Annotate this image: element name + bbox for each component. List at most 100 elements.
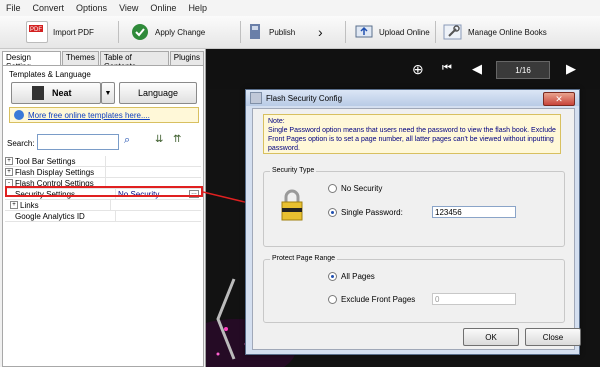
menu-file[interactable]: File xyxy=(0,3,27,13)
settings-tabs: Design Setting Themes Table of Contents … xyxy=(2,51,205,71)
dropdown-arrow-icon: ▼ xyxy=(104,89,112,97)
note-text: Single Password option means that users … xyxy=(268,127,556,152)
left-panel: Design Setting Themes Table of Contents … xyxy=(0,49,206,367)
tree-row-label-cell: + Flash Display Settings xyxy=(5,167,106,177)
apply-change-button[interactable]: Apply Change xyxy=(130,20,205,44)
upload-icon xyxy=(354,22,374,42)
note-box: Note: Single Password option means that … xyxy=(263,114,561,154)
upload-online-button[interactable]: Upload Online xyxy=(354,20,430,44)
tab-plugins[interactable]: Plugins xyxy=(169,51,204,65)
publish-label: Publish xyxy=(269,27,296,37)
template-dropdown[interactable]: ▼ xyxy=(101,82,115,104)
close-button[interactable]: Close xyxy=(525,328,581,346)
globe-icon xyxy=(14,110,24,120)
menu-bar: File Convert Options View Online Help xyxy=(0,0,600,17)
dialog-body: Note: Single Password option means that … xyxy=(252,108,581,350)
wrench-icon xyxy=(443,22,463,42)
search-label: Search: xyxy=(7,139,35,148)
ok-button[interactable]: OK xyxy=(463,328,519,346)
security-type-group: Security Type No Security Single Passwor… xyxy=(263,167,565,247)
more-templates-banner: More free online templates here.... xyxy=(9,107,199,123)
dialog-title: Flash Security Config xyxy=(266,93,343,103)
next-page-icon[interactable]: ▶ xyxy=(566,61,576,77)
tree-row-label-cell: + Links xyxy=(5,200,111,210)
expand-all-icon[interactable]: ⇊ xyxy=(155,134,163,145)
tree-row[interactable]: + Tool Bar Settings xyxy=(5,156,201,167)
menu-options[interactable]: Options xyxy=(70,3,113,13)
manage-online-books-button[interactable]: Manage Online Books xyxy=(443,20,547,44)
single-password-label: Single Password: xyxy=(341,208,403,217)
chevron-right-icon: › xyxy=(318,24,323,40)
more-toolbar-arrow[interactable]: › xyxy=(318,20,323,44)
protect-page-range-label: Protect Page Range xyxy=(270,255,338,262)
dialog-close-button[interactable]: ✕ xyxy=(543,92,575,106)
tree-row-label-cell: + Tool Bar Settings xyxy=(5,156,106,166)
zoom-in-icon[interactable]: ⊕ xyxy=(412,61,424,78)
toolbar-separator xyxy=(435,21,436,43)
tree-row[interactable]: Google Analytics ID xyxy=(5,211,201,222)
tree-row-label: Google Analytics ID xyxy=(15,211,85,221)
search-icon[interactable]: ⌕ xyxy=(124,134,130,147)
toolbar-separator xyxy=(118,21,119,43)
expand-icon[interactable]: + xyxy=(5,157,13,165)
import-pdf-button[interactable]: PDF Import PDF xyxy=(26,20,94,44)
protect-page-range-group: Protect Page Range All Pages Exclude Fro… xyxy=(263,255,565,323)
password-input[interactable]: 123456 xyxy=(432,206,516,218)
single-password-option[interactable]: Single Password: xyxy=(328,208,403,217)
no-security-option[interactable]: No Security xyxy=(328,184,382,193)
template-icon xyxy=(32,86,44,100)
tree-row[interactable]: + Links xyxy=(5,200,201,211)
import-pdf-label: Import PDF xyxy=(53,27,94,37)
all-pages-option[interactable]: All Pages xyxy=(328,272,375,281)
first-page-icon[interactable]: ⏮ xyxy=(442,62,452,75)
apply-change-icon xyxy=(130,22,150,42)
exclude-pages-input[interactable]: 0 xyxy=(432,293,516,305)
close-icon: ✕ xyxy=(555,93,563,104)
toolbar-separator xyxy=(345,21,346,43)
tree-row-label-cell: Google Analytics ID xyxy=(5,211,116,221)
tree-row[interactable]: + Flash Display Settings xyxy=(5,167,201,178)
collapse-all-icon[interactable]: ⇈ xyxy=(173,134,181,145)
security-row-highlight xyxy=(5,186,203,197)
expand-icon[interactable]: + xyxy=(5,168,13,176)
template-name: Neat xyxy=(52,88,72,98)
svg-text:PDF: PDF xyxy=(30,27,42,33)
menu-convert[interactable]: Convert xyxy=(27,3,71,13)
page-number-field[interactable]: 1/16 xyxy=(496,61,550,79)
tab-design-setting[interactable]: Design Setting xyxy=(2,51,61,71)
toolbar: PDF Import PDF Apply Change Publish › Up… xyxy=(0,16,600,49)
previous-page-icon[interactable]: ◀ xyxy=(472,61,482,77)
no-security-radio[interactable] xyxy=(328,184,337,193)
search-input[interactable] xyxy=(37,134,119,150)
template-selector[interactable]: Neat xyxy=(11,82,101,104)
templates-language-label: Templates & Language xyxy=(9,70,91,79)
tab-themes[interactable]: Themes xyxy=(61,51,99,65)
pdf-icon: PDF xyxy=(26,21,48,43)
single-password-radio[interactable] xyxy=(328,208,337,217)
note-title: Note: xyxy=(268,118,285,125)
dialog-titlebar: Flash Security Config xyxy=(246,90,579,106)
menu-help[interactable]: Help xyxy=(182,3,213,13)
publish-button[interactable]: Publish xyxy=(248,20,295,44)
preview-toolbar: ⊕ ⏮ ◀ 1/16 ▶ xyxy=(206,49,600,89)
toolbar-separator xyxy=(240,21,241,43)
no-security-label: No Security xyxy=(341,184,383,193)
menu-view[interactable]: View xyxy=(113,3,144,13)
all-pages-label: All Pages xyxy=(341,272,375,281)
all-pages-radio[interactable] xyxy=(328,272,337,281)
publish-icon xyxy=(248,22,264,42)
apply-change-label: Apply Change xyxy=(155,27,206,37)
manage-online-books-label: Manage Online Books xyxy=(468,27,547,37)
menu-online[interactable]: Online xyxy=(144,3,182,13)
exclude-front-pages-label: Exclude Front Pages xyxy=(341,295,416,304)
tab-table-of-contents[interactable]: Table of Contents xyxy=(99,51,169,71)
security-type-label: Security Type xyxy=(270,167,317,174)
language-button[interactable]: Language xyxy=(119,82,197,104)
tree-row-label: Links xyxy=(20,200,39,210)
more-templates-link[interactable]: More free online templates here.... xyxy=(28,111,150,120)
tree-row-label: Tool Bar Settings xyxy=(15,156,76,166)
flash-security-dialog: Flash Security Config ✕ Note: Single Pas… xyxy=(245,89,581,355)
exclude-front-pages-option[interactable]: Exclude Front Pages xyxy=(328,295,415,304)
expand-icon[interactable]: + xyxy=(10,201,18,209)
exclude-front-pages-radio[interactable] xyxy=(328,295,337,304)
